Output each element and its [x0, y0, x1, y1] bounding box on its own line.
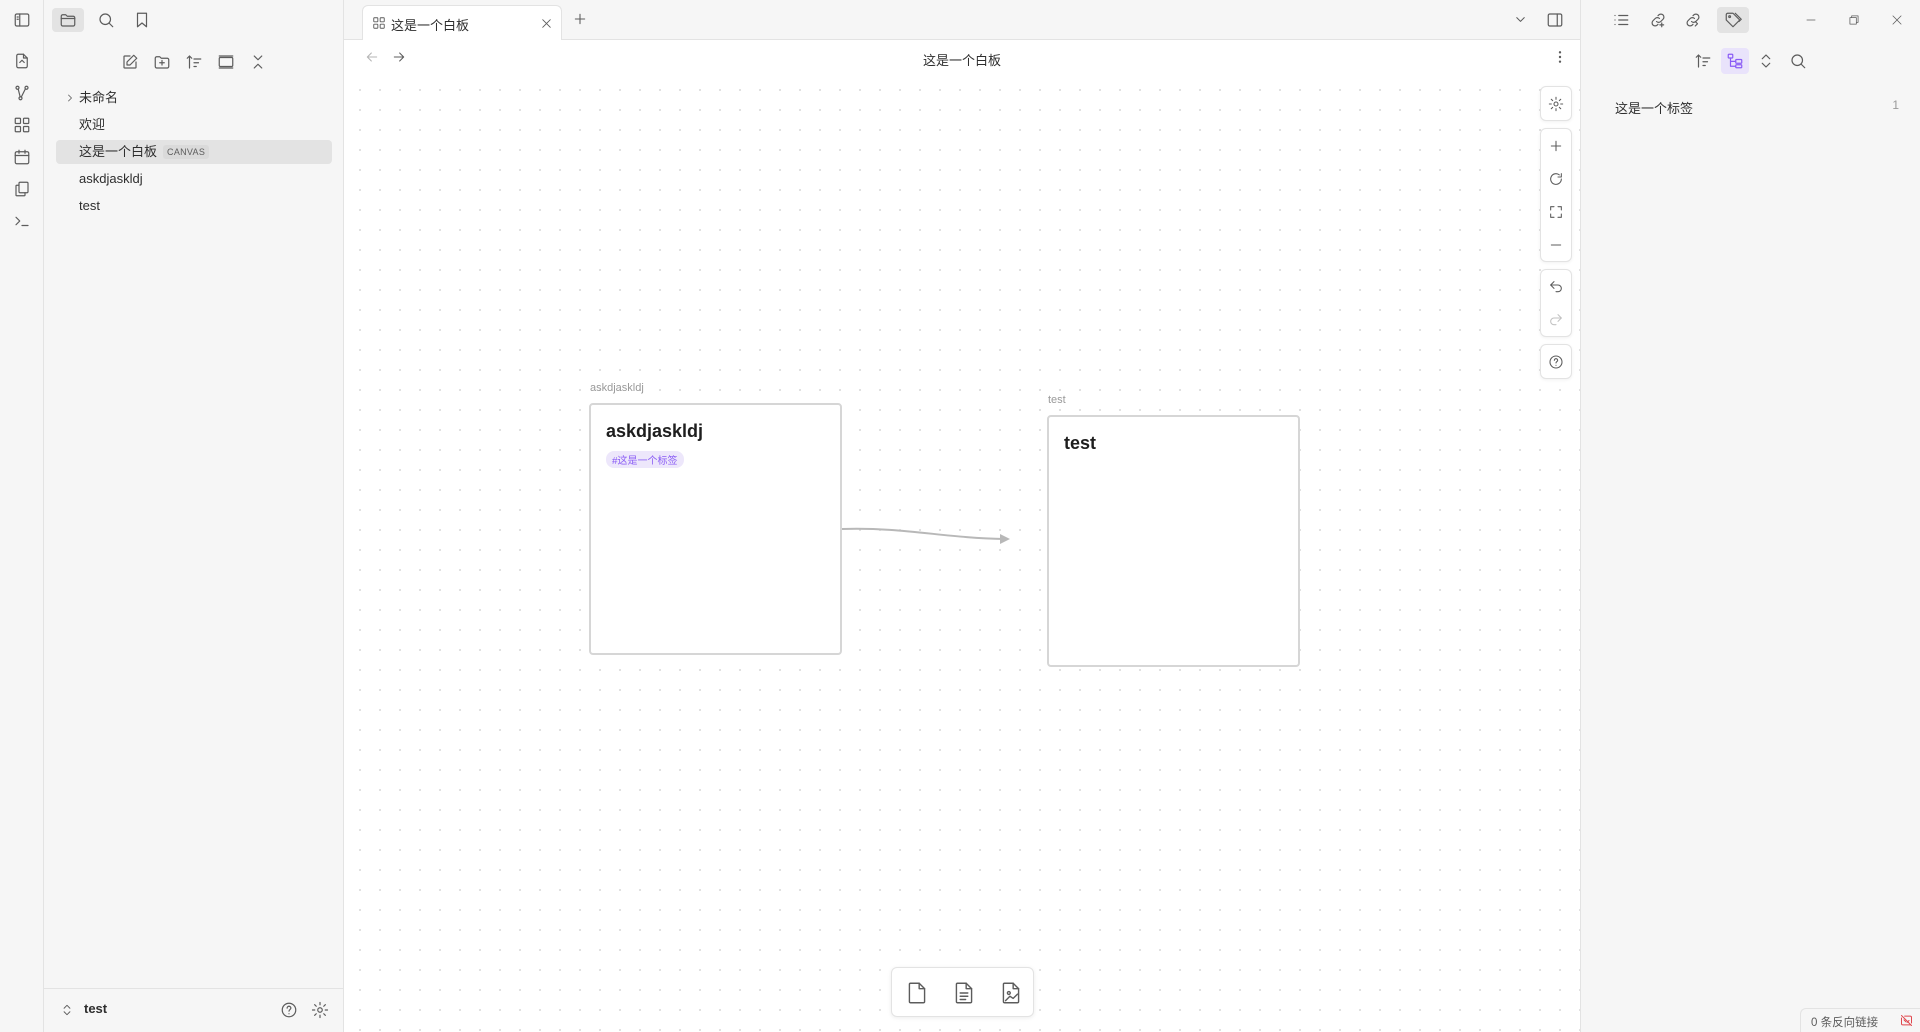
outgoing-links-tab-icon[interactable] — [1642, 7, 1674, 33]
view-header: 这是一个白板 — [344, 40, 1580, 76]
new-folder-icon[interactable] — [150, 50, 174, 74]
collapse-all-icon[interactable] — [246, 50, 270, 74]
add-media-icon[interactable] — [996, 978, 1026, 1008]
tree-item-label: test — [79, 198, 100, 213]
left-sidebar: 未命名 欢迎 这是一个白板 CANVAS askdjaskldj test tes… — [14, 0, 344, 1032]
canvas-edge-connector[interactable] — [344, 76, 1580, 1032]
canvas-node-askdjaskldj[interactable]: askdjaskldj #这是一个标签 — [589, 403, 842, 655]
ribbon — [0, 0, 44, 1032]
bookmarks-tab-icon[interactable] — [126, 8, 158, 32]
tree-file-whiteboard[interactable]: 这是一个白板 CANVAS — [56, 140, 332, 164]
backlinks-count[interactable]: 0 条反向链接 — [1811, 1014, 1878, 1030]
help-icon[interactable] — [280, 1001, 298, 1019]
chevron-up-down-icon[interactable] — [60, 1003, 74, 1017]
right-sidebar: 这是一个标签 1 0 条反向链接 — [1580, 0, 1920, 1032]
node-heading: askdjaskldj — [606, 421, 704, 441]
node-file-label: test — [1048, 394, 1066, 406]
vault-name[interactable]: test — [84, 1001, 107, 1016]
tab-whiteboard[interactable]: 这是一个白板 — [362, 5, 562, 40]
close-tab-icon[interactable] — [540, 17, 553, 30]
tags-tab-icon[interactable] — [1717, 7, 1749, 33]
sort-order-icon[interactable] — [182, 50, 206, 74]
toggle-right-sidebar-icon[interactable] — [1546, 11, 1564, 29]
add-note-from-vault-icon[interactable] — [949, 978, 979, 1008]
backlinks-tab-icon[interactable] — [1677, 7, 1709, 33]
calendar-icon[interactable] — [11, 146, 33, 168]
expand-collapse-tags-icon[interactable] — [1752, 48, 1780, 74]
canvas-area[interactable]: askdjaskldj askdjaskldj #这是一个标签 test tes… — [344, 76, 1580, 1032]
minimize-window-icon[interactable] — [1791, 7, 1831, 33]
outline-tab-icon[interactable] — [1605, 7, 1637, 33]
terminal-icon[interactable] — [11, 210, 33, 232]
tree-item-label: 这是一个白板 — [79, 144, 158, 159]
tag-sort-order-icon[interactable] — [1689, 48, 1717, 74]
node-heading: test — [1064, 433, 1097, 453]
graph-view-icon[interactable] — [11, 82, 33, 104]
canvas-icon — [373, 17, 385, 29]
files-tab-icon[interactable] — [52, 8, 84, 32]
toggle-left-sidebar-icon[interactable] — [6, 8, 38, 32]
tab-bar: 这是一个白板 — [344, 0, 1580, 40]
tree-item-label: 欢迎 — [79, 117, 106, 132]
tree-file-test[interactable]: test — [56, 194, 332, 218]
settings-gear-icon[interactable] — [311, 1001, 329, 1019]
templates-icon[interactable] — [11, 178, 33, 200]
tab-title: 这是一个白板 — [391, 18, 470, 33]
node-tag[interactable]: #这是一个标签 — [606, 451, 684, 468]
more-options-icon[interactable] — [1552, 49, 1568, 65]
tree-file-askdjaskldj[interactable]: askdjaskldj — [56, 167, 332, 191]
close-window-icon[interactable] — [1877, 7, 1917, 33]
new-tab-icon[interactable] — [572, 11, 588, 27]
canvas-icon[interactable] — [11, 114, 33, 136]
canvas-add-toolbar — [891, 967, 1034, 1017]
new-note-icon[interactable] — [118, 50, 142, 74]
tree-item-label: 未命名 — [79, 90, 119, 105]
tree-item-label: askdjaskldj — [79, 171, 143, 186]
tag-count: 1 — [1892, 98, 1899, 112]
restore-window-icon[interactable] — [1834, 7, 1874, 33]
canvas-node-test[interactable]: test — [1047, 415, 1300, 667]
show-nested-tags-icon[interactable] — [1721, 48, 1749, 74]
chevron-right-icon — [68, 94, 72, 102]
view-title[interactable]: 这是一个白板 — [344, 50, 1580, 69]
tree-folder-untitled[interactable]: 未命名 — [56, 86, 332, 110]
search-tab-icon[interactable] — [90, 8, 122, 32]
open-quick-switcher-icon[interactable] — [11, 50, 33, 72]
vault-switcher-bar: test — [44, 988, 344, 1032]
tag-list-item[interactable]: 这是一个标签 1 — [1615, 96, 1905, 118]
node-file-label: askdjaskldj — [590, 382, 644, 394]
tag-name: 这是一个标签 — [1615, 101, 1694, 116]
tab-list-chevron-down-icon[interactable] — [1513, 12, 1528, 27]
file-type-badge: CANVAS — [163, 145, 210, 159]
status-bar: 0 条反向链接 — [1800, 1008, 1920, 1032]
tree-file-welcome[interactable]: 欢迎 — [56, 113, 332, 137]
search-tags-icon[interactable] — [1784, 48, 1812, 74]
auto-reveal-icon[interactable] — [214, 50, 238, 74]
sync-disabled-icon[interactable] — [1899, 1013, 1914, 1028]
add-card-icon[interactable] — [902, 978, 932, 1008]
